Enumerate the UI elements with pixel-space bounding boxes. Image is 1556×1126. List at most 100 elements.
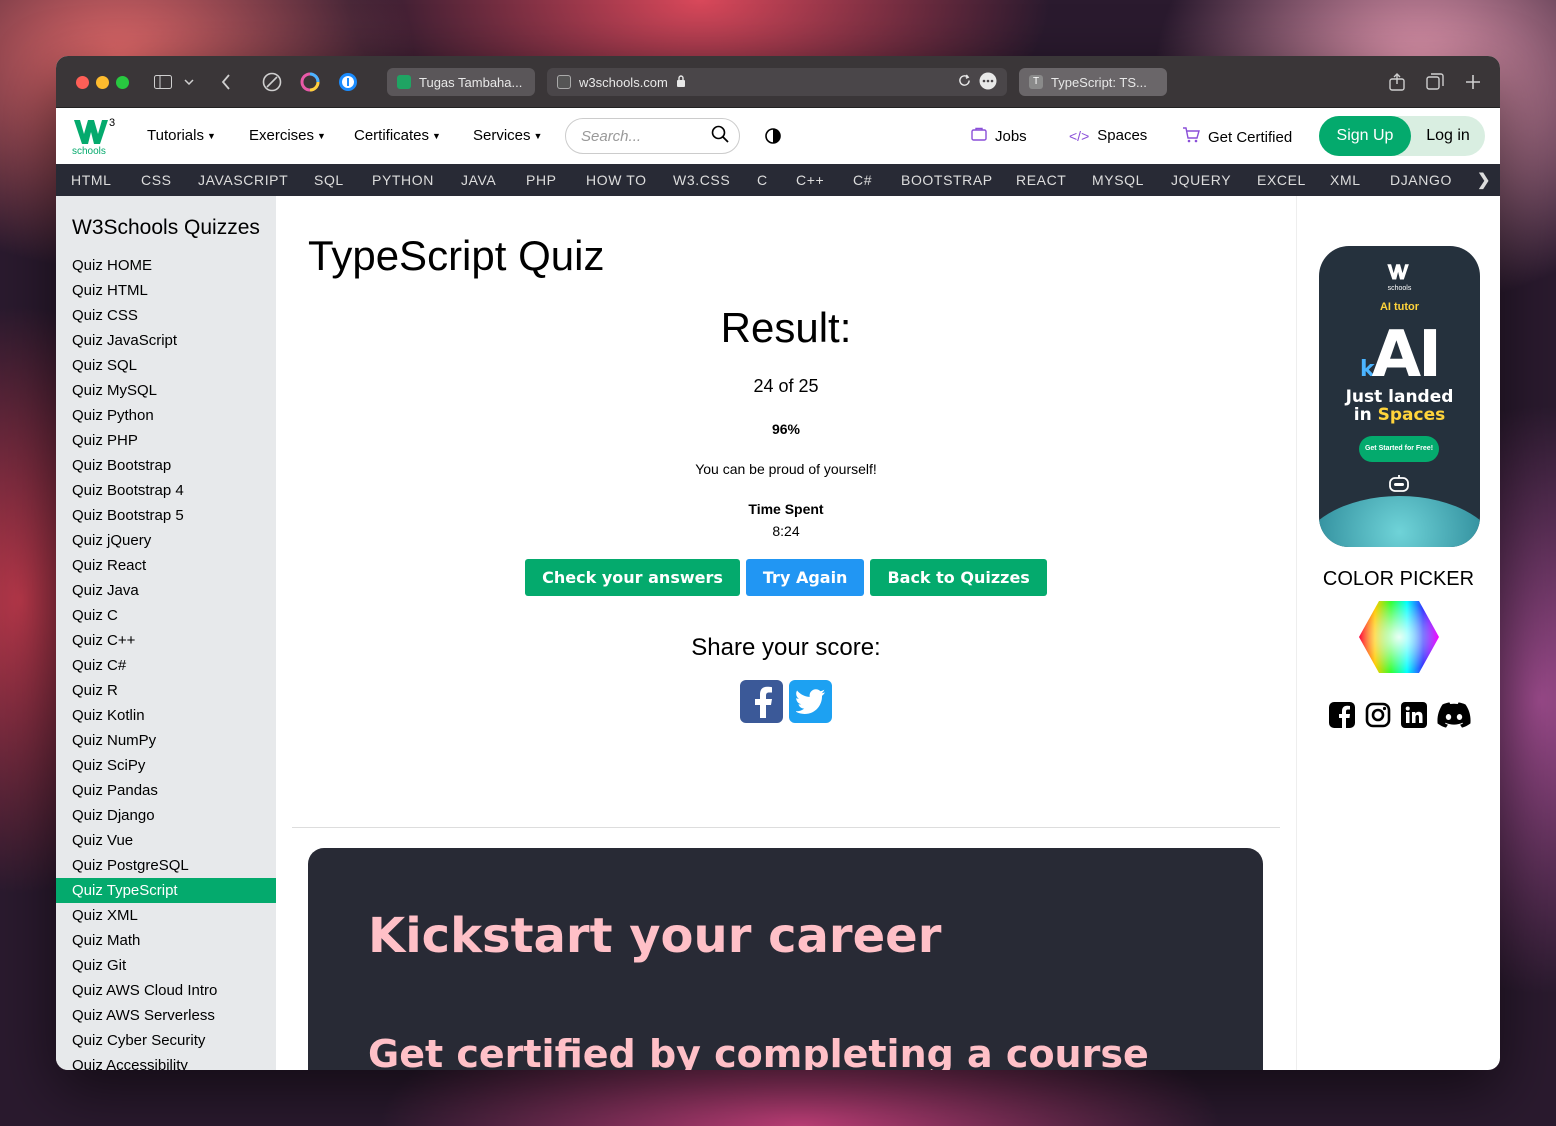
menu-certificates[interactable]: Certificates ▼ — [354, 127, 441, 144]
blocker-extension-icon[interactable] — [260, 70, 284, 94]
linkedin-icon[interactable] — [1401, 702, 1427, 733]
menu-services[interactable]: Services ▼ — [473, 127, 542, 144]
lang-excel[interactable]: EXCEL — [1257, 172, 1306, 188]
sidebar-item[interactable]: Quiz Django — [56, 803, 276, 828]
sidebar-item[interactable]: Quiz Kotlin — [56, 703, 276, 728]
sidebar-toggle-icon[interactable] — [150, 70, 176, 94]
more-options-icon[interactable] — [979, 72, 997, 93]
sidebar-item[interactable]: Quiz C — [56, 603, 276, 628]
address-bar[interactable]: w3schools.com — [547, 68, 1007, 96]
menu-tutorials[interactable]: Tutorials ▼ — [147, 127, 216, 144]
w3schools-logo[interactable]: 3 schools — [72, 114, 116, 158]
lang-django[interactable]: DJANGO — [1390, 172, 1452, 188]
sidebar-item-active[interactable]: Quiz TypeScript — [56, 878, 276, 903]
ad-cta-button[interactable]: Get Started for Free! — [1359, 436, 1439, 462]
lang-php[interactable]: PHP — [526, 172, 557, 188]
discord-icon[interactable] — [1437, 702, 1471, 733]
menu-exercises[interactable]: Exercises ▼ — [249, 127, 326, 144]
sidebar-item[interactable]: Quiz R — [56, 678, 276, 703]
sidebar-item[interactable]: Quiz PHP — [56, 428, 276, 453]
sidebar-item[interactable]: Quiz XML — [56, 903, 276, 928]
sidebar-item[interactable]: Quiz C# — [56, 653, 276, 678]
sidebar-item[interactable]: Quiz SQL — [56, 353, 276, 378]
zoom-window-button[interactable] — [116, 76, 129, 89]
get-certified-link[interactable]: Get Certified — [1182, 127, 1292, 147]
share-icon[interactable] — [1384, 70, 1410, 94]
lang-mysql[interactable]: MYSQL — [1092, 172, 1144, 188]
sidebar-item[interactable]: Quiz Java — [56, 578, 276, 603]
lang-python[interactable]: PYTHON — [372, 172, 434, 188]
new-tab-icon[interactable] — [1462, 70, 1484, 94]
password-manager-icon[interactable] — [336, 70, 360, 94]
tab-overview-icon[interactable] — [1422, 70, 1448, 94]
lang-csharp[interactable]: C# — [853, 172, 872, 188]
lang-jquery[interactable]: JQUERY — [1171, 172, 1231, 188]
sidebar-item[interactable]: Quiz Math — [56, 928, 276, 953]
lang-w3css[interactable]: W3.CSS — [673, 172, 730, 188]
sidebar-item[interactable]: Quiz JavaScript — [56, 328, 276, 353]
back-arrow-icon[interactable] — [214, 70, 238, 94]
lang-html[interactable]: HTML — [71, 172, 112, 188]
sidebar-item[interactable]: Quiz Git — [56, 953, 276, 978]
instagram-icon[interactable] — [1365, 702, 1391, 733]
facebook-icon[interactable] — [1329, 702, 1355, 733]
sidebar-item[interactable]: Quiz Bootstrap — [56, 453, 276, 478]
color-extension-icon[interactable] — [298, 70, 322, 94]
lang-howto[interactable]: HOW TO — [586, 172, 647, 188]
sidebar-item[interactable]: Quiz HTML — [56, 278, 276, 303]
color-picker-title: COLOR PICKER — [1322, 568, 1475, 590]
lock-icon — [676, 74, 686, 90]
sidebar-item[interactable]: Quiz HOME — [56, 253, 276, 278]
sidebar-item[interactable]: Quiz jQuery — [56, 528, 276, 553]
sidebar-item[interactable]: Quiz MySQL — [56, 378, 276, 403]
sidebar-item[interactable]: Quiz C++ — [56, 628, 276, 653]
sidebar-item[interactable]: Quiz NumPy — [56, 728, 276, 753]
sidebar-item[interactable]: Quiz SciPy — [56, 753, 276, 778]
close-window-button[interactable] — [76, 76, 89, 89]
sidebar-item[interactable]: Quiz AWS Cloud Intro — [56, 978, 276, 1003]
sidebar-item[interactable]: Quiz Pandas — [56, 778, 276, 803]
sidebar-list: Quiz HOME Quiz HTML Quiz CSS Quiz JavaSc… — [56, 253, 276, 1070]
twitter-share-icon[interactable] — [789, 680, 832, 723]
minimize-window-button[interactable] — [96, 76, 109, 89]
lang-xml[interactable]: XML — [1330, 172, 1361, 188]
sidebar-item[interactable]: Quiz Accessibility — [56, 1053, 276, 1070]
typescript-favicon-icon: T — [1029, 75, 1043, 89]
sidebar-item[interactable]: Quiz Cyber Security — [56, 1028, 276, 1053]
lang-react[interactable]: REACT — [1016, 172, 1066, 188]
banner-title: Kickstart your career — [368, 908, 942, 964]
lang-java[interactable]: JAVA — [461, 172, 496, 188]
spaces-link[interactable]: </> Spaces — [1069, 127, 1147, 144]
sidebar-item[interactable]: Quiz Bootstrap 5 — [56, 503, 276, 528]
chevron-down-icon[interactable] — [180, 70, 198, 94]
sidebar-item[interactable]: Quiz PostgreSQL — [56, 853, 276, 878]
ai-tutor-ad[interactable]: schools AI tutor kAI Just landed in Spac… — [1319, 246, 1480, 547]
facebook-share-icon[interactable] — [740, 680, 783, 723]
lang-javascript[interactable]: JAVASCRIPT — [198, 172, 288, 188]
color-picker-icon[interactable] — [1359, 601, 1439, 678]
lang-c[interactable]: C — [757, 172, 768, 188]
search-icon[interactable] — [711, 125, 729, 148]
tab-typescript[interactable]: T TypeScript: TS... — [1019, 68, 1167, 96]
sidebar-item[interactable]: Quiz React — [56, 553, 276, 578]
jobs-link[interactable]: Jobs — [971, 127, 1027, 145]
reload-icon[interactable] — [958, 74, 971, 90]
dark-mode-toggle-icon[interactable] — [765, 128, 781, 149]
check-answers-button[interactable]: Check your answers — [525, 559, 740, 596]
lang-css[interactable]: CSS — [141, 172, 172, 188]
try-again-button[interactable]: Try Again — [745, 559, 865, 596]
chevron-right-icon[interactable]: ❯ — [1477, 170, 1491, 190]
lang-cpp[interactable]: C++ — [796, 172, 824, 188]
sign-up-button[interactable]: Sign Up — [1319, 116, 1411, 156]
sidebar-item[interactable]: Quiz Python — [56, 403, 276, 428]
sidebar-item[interactable]: Quiz AWS Serverless — [56, 1003, 276, 1028]
lang-sql[interactable]: SQL — [314, 172, 344, 188]
sidebar-item[interactable]: Quiz Bootstrap 4 — [56, 478, 276, 503]
lang-bootstrap[interactable]: BOOTSTRAP — [901, 172, 993, 188]
tab-tugas[interactable]: Tugas Tambaha... — [387, 68, 535, 96]
sidebar-item[interactable]: Quiz CSS — [56, 303, 276, 328]
sidebar-item[interactable]: Quiz Vue — [56, 828, 276, 853]
search-input[interactable] — [581, 127, 701, 145]
log-in-button[interactable]: Log in — [1411, 127, 1485, 145]
back-to-quizzes-button[interactable]: Back to Quizzes — [870, 559, 1047, 596]
